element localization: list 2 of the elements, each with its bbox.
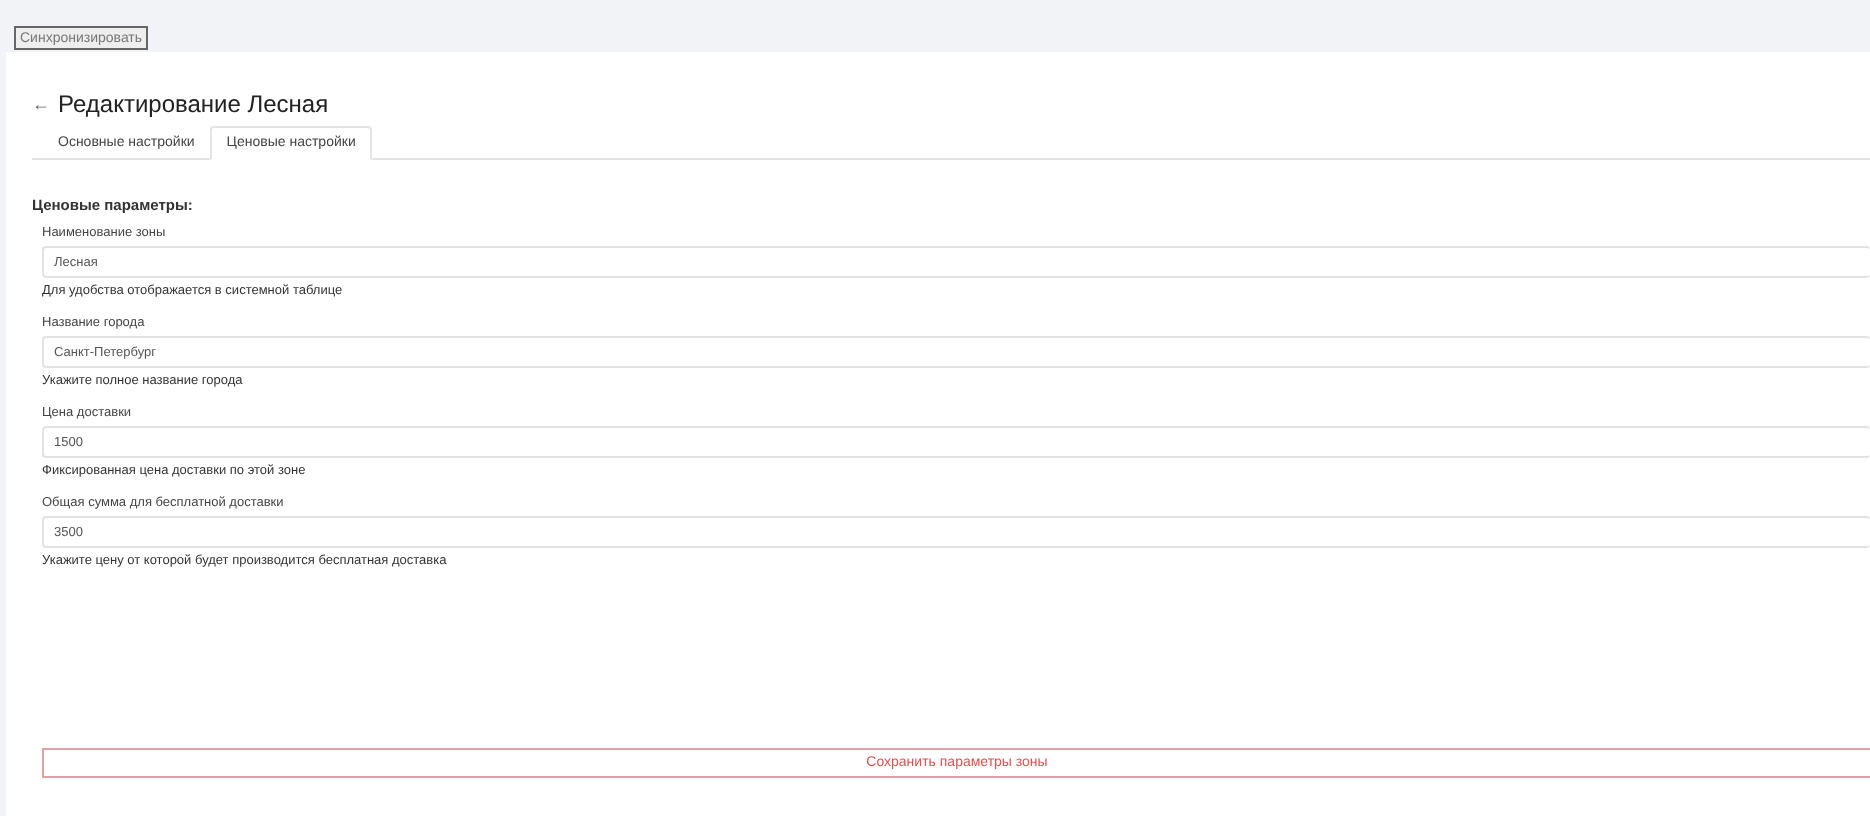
page-title: Редактирование Лесная — [58, 90, 329, 118]
back-arrow-icon[interactable]: ← — [32, 94, 50, 114]
